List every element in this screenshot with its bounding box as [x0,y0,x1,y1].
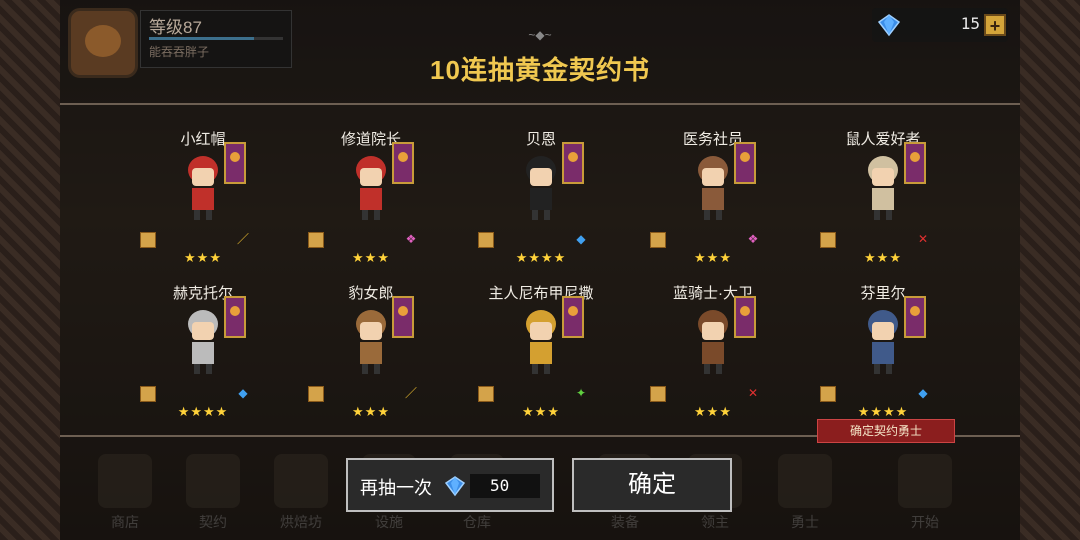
scroll-icon [140,232,156,248]
class-banner-icon [734,142,756,184]
axe-icon: ◆ [576,232,586,246]
hero-card[interactable]: 蓝骑士·大卫 ✕ ★★★ [638,282,788,422]
class-banner-icon [392,296,414,338]
star-rating: ★★★★ [177,404,229,419]
hero-name: 豹女郎 [348,285,394,302]
diamond-icon [877,14,901,37]
confirm-hero-tag[interactable]: 确定契约勇士 [817,419,955,443]
hero-card[interactable]: 豹女郎 ／ ★★★ [296,282,446,422]
class-banner-icon [904,296,926,338]
hero-card[interactable]: 贝恩 ◆ ★★★★ [466,128,616,268]
class-banner-icon [562,296,584,338]
diamond-icon [444,476,466,497]
hero-card[interactable]: 赫克托尔 ◆ ★★★★ [128,282,278,422]
hero-name: 鼠人爱好者 [845,131,921,148]
ok-button[interactable]: 确定 [572,458,732,512]
star-rating: ★★★ [184,250,222,265]
star-rating: ★★★ [694,250,732,265]
cross-icon: ✕ [917,232,929,246]
hero-sprite [688,150,738,220]
scroll-icon [650,386,666,402]
scroll-icon [650,232,666,248]
hero-sprite [688,304,738,374]
star-rating: ★★★ [522,404,560,419]
star-rating: ★★★ [864,250,902,265]
profile-panel[interactable]: 等级87 能吞吞胖子 [68,8,298,78]
hero-name: 小红帽 [180,131,226,148]
hero-name: 蓝骑士·大卫 [673,285,753,302]
draw-again-label: 再抽一次 [360,478,432,498]
hero-sprite [178,150,228,220]
hero-card[interactable]: 小红帽 ／ ★★★ [128,128,278,268]
hero-card[interactable]: 主人尼布甲尼撒 ✦ ★★★ [466,282,616,422]
divider-top [60,103,1020,105]
axe-icon: ◆ [238,386,248,400]
hero-card[interactable]: 修道院长 ❖ ★★★ [296,128,446,268]
hero-name: 贝恩 [525,131,556,148]
hero-card[interactable]: 芬里尔 ◆ ★★★★ [808,282,958,422]
hero-name: 芬里尔 [860,285,906,302]
sword-icon: ／ [236,232,249,246]
scroll-icon [308,232,324,248]
scroll-icon [478,232,494,248]
draw-again-cost: 50 [470,474,540,498]
hero-name: 赫克托尔 [172,285,233,302]
hero-name: 医务社员 [682,131,743,148]
staff-icon: ❖ [405,232,417,246]
nickname: 能吞吞胖子 [149,45,210,59]
hero-name: 修道院长 [340,131,401,148]
hero-name: 主人尼布甲尼撒 [488,285,594,302]
staff-icon: ❖ [747,232,759,246]
star-rating: ★★★ [352,404,390,419]
right-frame [1020,0,1080,540]
scroll-icon [478,386,494,402]
class-banner-icon [562,142,584,184]
hero-sprite [346,150,396,220]
hero-sprite [178,304,228,374]
hero-card[interactable]: 医务社员 ❖ ★★★ [638,128,788,268]
scroll-icon [140,386,156,402]
left-frame [0,0,60,540]
hero-sprite [858,150,908,220]
level-box: 等级87 能吞吞胖子 [140,10,292,68]
gem-count: 15 [960,14,980,33]
star-rating: ★★★ [352,250,390,265]
star-rating: ★★★★ [857,404,909,419]
level-progress [149,37,283,40]
page-title: 10连抽黄金契约书 [430,55,650,85]
title-ornament: ~◆~ [528,28,552,42]
scroll-icon [820,232,836,248]
scroll-icon [308,386,324,402]
scroll-icon [820,386,836,402]
class-banner-icon [392,142,414,184]
class-banner-icon [904,142,926,184]
draw-again-button[interactable]: 再抽一次 50 [346,458,554,512]
gem-counter: 15 + [872,8,1008,42]
hero-sprite [516,150,566,220]
cross-icon: ✕ [747,386,759,400]
hero-sprite [346,304,396,374]
hero-card[interactable]: 鼠人爱好者 ✕ ★★★ [808,128,958,268]
shuriken-icon: ✦ [575,386,587,400]
level-progress-fill [149,37,254,40]
hero-sprite [858,304,908,374]
add-gems-button[interactable]: + [984,14,1006,36]
hero-sprite [516,304,566,374]
class-banner-icon [734,296,756,338]
level-label: 等级87 [149,18,202,37]
axe-icon: ◆ [918,386,928,400]
bear-face-icon [85,25,121,57]
star-rating: ★★★ [694,404,732,419]
class-banner-icon [224,296,246,338]
sword-icon: ／ [404,386,417,400]
avatar[interactable] [68,8,138,78]
class-banner-icon [224,142,246,184]
star-rating: ★★★★ [515,250,567,265]
